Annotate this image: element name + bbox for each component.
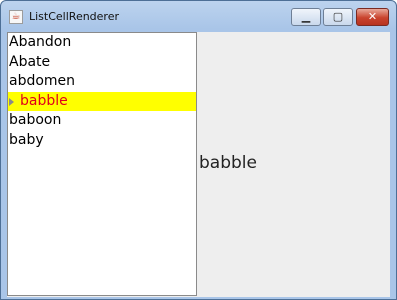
close-button[interactable]: ✕ [356, 8, 389, 26]
list-item[interactable]: abdomen [8, 72, 196, 92]
list-item[interactable]: baboon [8, 111, 196, 131]
list-item[interactable]: baby [8, 131, 196, 151]
list-item-selected[interactable]: babble [8, 91, 196, 111]
selection-arrow-icon [9, 97, 14, 106]
application-window: ☕ ListCellRenderer ▁ ▢ ✕ Abandon Abate a… [0, 0, 397, 300]
content-pane: Abandon Abate abdomen babble baboon baby… [7, 32, 390, 297]
list-item[interactable]: Abate [8, 53, 196, 73]
title-bar[interactable]: ☕ ListCellRenderer ▁ ▢ ✕ [1, 1, 396, 31]
window-title: ListCellRenderer [29, 10, 119, 23]
selected-word-display: babble [199, 153, 257, 173]
java-icon: ☕ [9, 10, 23, 24]
word-list[interactable]: Abandon Abate abdomen babble baboon baby [7, 32, 197, 296]
list-item[interactable]: Abandon [8, 33, 196, 53]
list-item-label: babble [20, 92, 68, 109]
minimize-button[interactable]: ▁ [291, 8, 321, 26]
maximize-button[interactable]: ▢ [323, 8, 353, 26]
